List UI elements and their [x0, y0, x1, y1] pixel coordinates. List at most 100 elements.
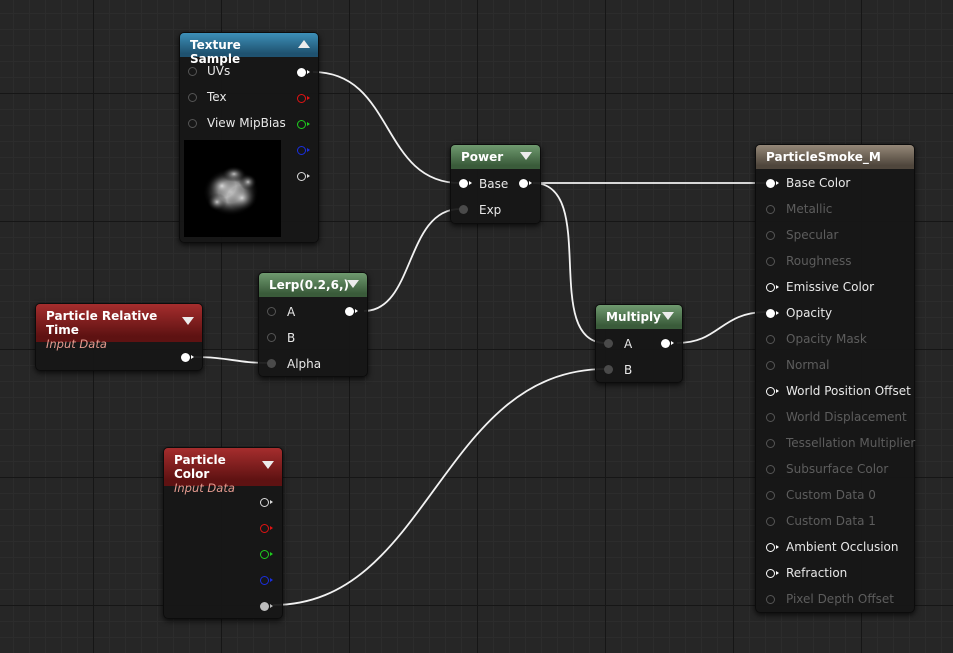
- subsurface-color-input-pin[interactable]: [766, 465, 778, 477]
- texture-preview-thumbnail: [184, 140, 281, 237]
- custom-data-0-input-pin[interactable]: [766, 491, 778, 503]
- multiply-node[interactable]: Multiply A B: [595, 304, 683, 383]
- material-header[interactable]: ParticleSmoke_M: [756, 145, 914, 169]
- texture-sample-node[interactable]: Texture Sample UVs Tex View MipBias: [179, 32, 319, 243]
- pin-label-world-position-offset: World Position Offset: [786, 384, 911, 398]
- pin-label-base: Base: [479, 177, 509, 191]
- pin-label-normal: Normal: [786, 358, 830, 372]
- normal-input-pin[interactable]: [766, 361, 778, 373]
- pin-label-b: B: [624, 363, 633, 377]
- pin-label-custom-data-1: Custom Data 1: [786, 514, 876, 528]
- particle-relative-time-node[interactable]: Particle Relative Time Input Data: [35, 303, 203, 371]
- wire-color-to-multiply-b: [272, 368, 607, 606]
- pin-label-subsurface-color: Subsurface Color: [786, 462, 889, 476]
- power-output-pin[interactable]: [519, 179, 532, 191]
- r-output-pin[interactable]: [297, 94, 310, 106]
- node-title: Power: [461, 150, 504, 164]
- base-color-input-pin[interactable]: [766, 179, 779, 191]
- particle-color-node[interactable]: Particle Color Input Data: [163, 447, 283, 619]
- ambient-occlusion-input-pin[interactable]: [766, 543, 779, 555]
- pin-label-uvs: UVs: [207, 64, 231, 78]
- base-input-pin[interactable]: [459, 179, 472, 191]
- pin-label-a: A: [624, 337, 633, 351]
- view-mipbias-input-pin[interactable]: [188, 119, 200, 131]
- smoke-texture-image: [203, 166, 259, 216]
- collapse-arrow-icon[interactable]: [298, 40, 310, 48]
- node-title: Particle Relative Time: [46, 309, 158, 337]
- pin-label-a: A: [287, 305, 296, 319]
- b-input-pin[interactable]: [267, 333, 279, 345]
- specular-input-pin[interactable]: [766, 231, 778, 243]
- node-title: Lerp(0.2,6,): [269, 278, 349, 292]
- pin-label-refraction: Refraction: [786, 566, 848, 580]
- lerp-header[interactable]: Lerp(0.2,6,): [259, 273, 367, 297]
- rgb-output-pin[interactable]: [297, 68, 310, 80]
- wire-texture-to-power-base: [312, 71, 461, 184]
- texture-sample-header[interactable]: Texture Sample: [180, 33, 318, 66]
- pin-label-ambient-occlusion: Ambient Occlusion: [786, 540, 899, 554]
- pin-label-tessellation-multiplier: Tessellation Multiplier: [786, 436, 916, 450]
- tessellation-multiplier-input-pin[interactable]: [766, 439, 778, 451]
- node-title: ParticleSmoke_M: [766, 150, 881, 164]
- uvs-input-pin[interactable]: [188, 67, 200, 79]
- pin-label-roughness: Roughness: [786, 254, 852, 268]
- metallic-input-pin[interactable]: [766, 205, 778, 217]
- world-displacement-input-pin[interactable]: [766, 413, 778, 425]
- pin-label-emissive-color: Emissive Color: [786, 280, 875, 294]
- g-output-pin[interactable]: [297, 120, 310, 132]
- particle-relative-time-header[interactable]: Particle Relative Time Input Data: [36, 304, 202, 351]
- expand-arrow-icon[interactable]: [347, 280, 359, 288]
- time-output-pin[interactable]: [181, 353, 194, 365]
- alpha-output-pin[interactable]: [260, 602, 273, 614]
- opacity-input-pin[interactable]: [766, 309, 779, 321]
- pin-label-base-color: Base Color: [786, 176, 851, 190]
- world-position-offset-input-pin[interactable]: [766, 387, 779, 399]
- pin-label-view-mipbias: View MipBias: [207, 116, 286, 130]
- node-title: Texture Sample: [190, 38, 241, 66]
- tex-input-pin[interactable]: [188, 93, 200, 105]
- wire-multiply-to-opacity: [676, 311, 768, 344]
- pin-label-opacity: Opacity: [786, 306, 833, 320]
- alpha-output-pin[interactable]: [297, 172, 310, 184]
- b-input-pin[interactable]: [604, 365, 616, 377]
- node-subtitle: Input Data: [174, 481, 235, 495]
- a-input-pin[interactable]: [267, 307, 279, 319]
- multiply-output-pin[interactable]: [661, 339, 674, 351]
- alpha-input-pin[interactable]: [267, 359, 279, 371]
- wire-lerp-to-power-exp: [363, 208, 461, 312]
- particle-color-header[interactable]: Particle Color Input Data: [164, 448, 282, 495]
- node-title: Multiply: [606, 310, 661, 324]
- a-input-pin[interactable]: [604, 339, 616, 351]
- pin-label-metallic: Metallic: [786, 202, 833, 216]
- pin-label-alpha: Alpha: [287, 357, 322, 371]
- pin-label-tex: Tex: [207, 90, 227, 104]
- pin-label-custom-data-0: Custom Data 0: [786, 488, 876, 502]
- opacity-mask-input-pin[interactable]: [766, 335, 778, 347]
- roughness-input-pin[interactable]: [766, 257, 778, 269]
- emissive-color-input-pin[interactable]: [766, 283, 779, 295]
- pin-label-opacity-mask: Opacity Mask: [786, 332, 867, 346]
- refraction-input-pin[interactable]: [766, 569, 779, 581]
- r-output-pin[interactable]: [260, 524, 273, 536]
- rgb-output-pin[interactable]: [260, 498, 273, 510]
- node-title: Particle Color: [174, 453, 226, 481]
- expand-arrow-icon[interactable]: [182, 317, 194, 325]
- lerp-output-pin[interactable]: [345, 307, 358, 319]
- node-subtitle: Input Data: [46, 337, 107, 351]
- exp-input-pin[interactable]: [459, 205, 471, 217]
- expand-arrow-icon[interactable]: [520, 152, 532, 160]
- pin-label-world-displacement: World Displacement: [786, 410, 907, 424]
- pixel-depth-offset-input-pin[interactable]: [766, 595, 778, 607]
- b-output-pin[interactable]: [260, 576, 273, 588]
- power-header[interactable]: Power: [451, 145, 540, 169]
- pin-label-specular: Specular: [786, 228, 839, 242]
- power-node[interactable]: Power Base Exp: [450, 144, 541, 224]
- expand-arrow-icon[interactable]: [262, 461, 274, 469]
- multiply-header[interactable]: Multiply: [596, 305, 682, 329]
- material-result-node[interactable]: ParticleSmoke_M Base Color Metallic Spec…: [755, 144, 915, 613]
- expand-arrow-icon[interactable]: [662, 312, 674, 320]
- g-output-pin[interactable]: [260, 550, 273, 562]
- lerp-node[interactable]: Lerp(0.2,6,) A B Alpha: [258, 272, 368, 377]
- b-output-pin[interactable]: [297, 146, 310, 158]
- custom-data-1-input-pin[interactable]: [766, 517, 778, 529]
